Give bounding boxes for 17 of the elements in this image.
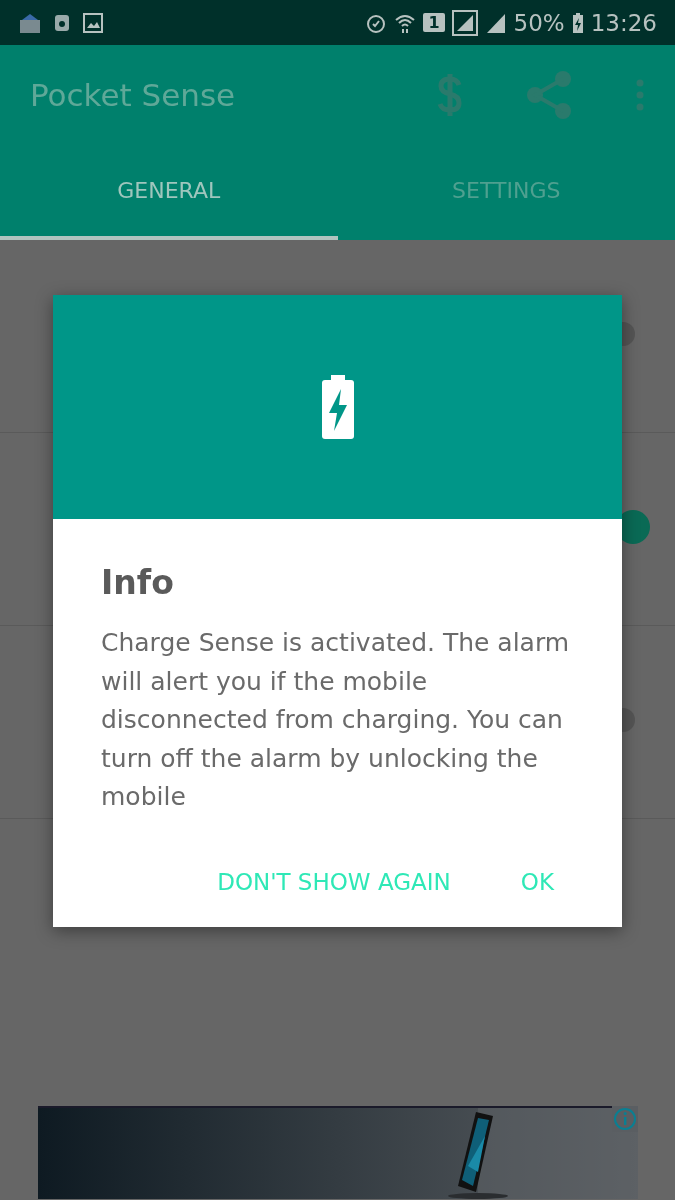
dialog-button[interactable]: OK xyxy=(500,856,574,909)
battery-icon xyxy=(571,11,584,34)
image-icon xyxy=(82,11,104,34)
clock: 13:26 xyxy=(590,9,657,36)
box-icon xyxy=(18,11,42,34)
charging-battery-icon xyxy=(320,375,355,439)
dialog-title: Info xyxy=(101,563,175,602)
battery-percent: 50% xyxy=(513,9,565,36)
dialog-button[interactable]: DON'T SHOW AGAIN xyxy=(197,856,471,909)
info-icon[interactable] xyxy=(612,1106,638,1132)
dialog-message: Charge Sense is activated. The alarm will alert you if the mobile disconnected from charging. You can turn off the alarm by unlocking the mobile xyxy=(101,627,571,813)
tab[interactable]: GENERAL xyxy=(0,145,338,240)
signal-icon xyxy=(451,9,478,36)
sim-badge: 1 xyxy=(423,13,445,32)
app-title: Pocket Sense xyxy=(30,77,236,113)
more-icon[interactable] xyxy=(635,79,645,111)
tab[interactable]: SETTINGS xyxy=(337,145,675,240)
